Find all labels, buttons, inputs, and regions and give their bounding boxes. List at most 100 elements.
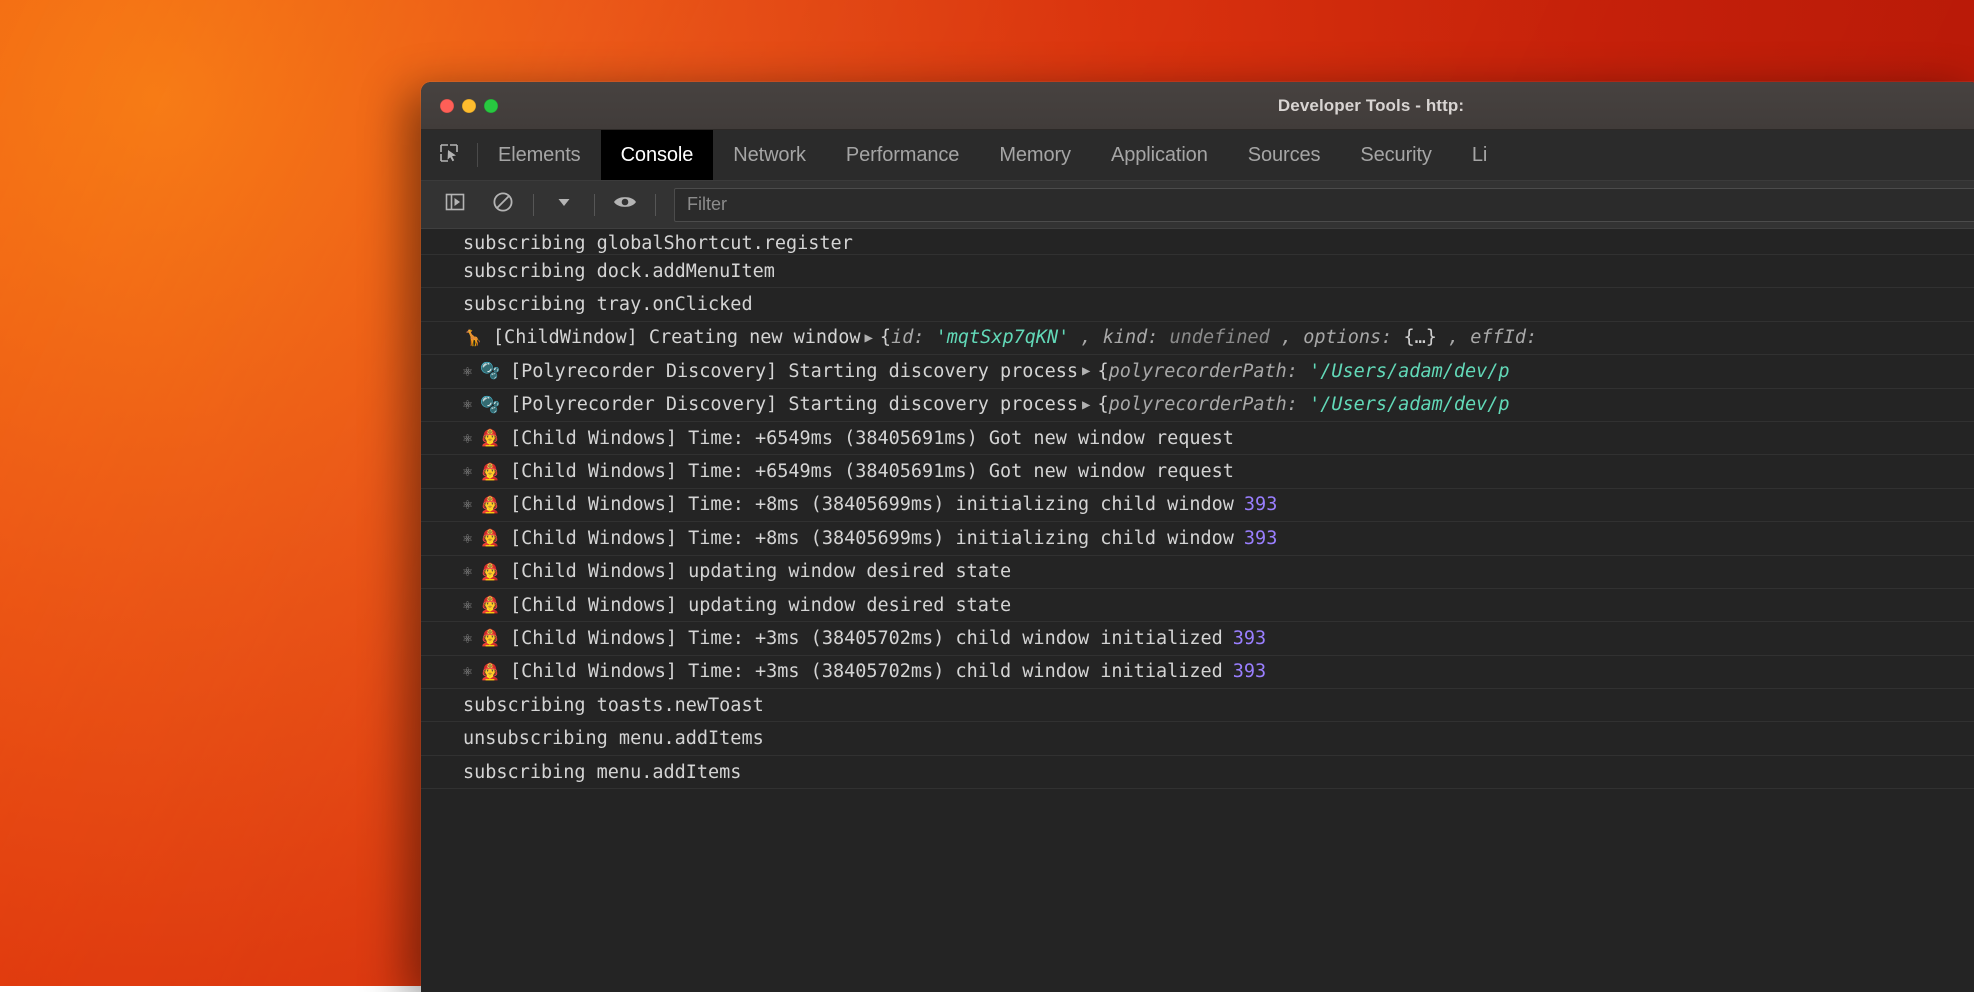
log-number-value: 393 [1233, 628, 1266, 649]
object-brace: {…} [1403, 327, 1436, 348]
filter-input[interactable] [674, 188, 1974, 222]
object-undef: undefined [1170, 327, 1270, 348]
log-number-value: 393 [1244, 494, 1277, 515]
console-sidebar-toggle-button[interactable] [431, 181, 479, 228]
log-object-preview[interactable]: {id: 'mqtSxp7qKN' , kind: undefined , op… [880, 327, 1537, 348]
log-source-badges: ⚛ 🧑‍🚒 [463, 530, 500, 546]
log-source-badges: ⚛🫧 [463, 397, 500, 413]
inspect-element-button[interactable] [421, 130, 477, 180]
log-emoji-icon: 🧑‍🚒 [480, 664, 500, 680]
expand-object-arrow-icon[interactable]: ▶ [1082, 363, 1090, 379]
react-atom-icon: ⚛ [463, 464, 472, 479]
console-log-row[interactable]: ⚛🧑‍🚒[Child Windows] Time: +8ms (38405699… [421, 522, 1974, 555]
console-log-row[interactable]: 🦒 [ChildWindow] Creating new window▶ {id: … [421, 322, 1974, 355]
console-log-row[interactable]: ⚛ 🧑‍🚒 [Child Windows] Time: +8ms (38405699… [421, 489, 1974, 522]
react-atom-icon: ⚛ [463, 631, 472, 646]
log-emoji-icon: 🧑‍🚒 [480, 464, 500, 480]
object-open-brace: { [880, 327, 891, 348]
tab-sources[interactable]: Sources [1228, 130, 1341, 180]
log-source-badges: ⚛ 🧑‍🚒 [463, 664, 500, 680]
console-log-row[interactable]: unsubscribing menu.addItems [421, 722, 1974, 755]
log-number-value: 393 [1233, 661, 1266, 682]
console-log-row[interactable]: ⚛🫧[Polyrecorder Discovery] Starting disc… [421, 389, 1974, 422]
object-key: , kind: [1069, 327, 1169, 348]
log-source-badges: ⚛🫧 [463, 363, 500, 379]
console-log-row[interactable]: subscribing tray.onClicked [421, 288, 1974, 321]
tab-li[interactable]: Li [1452, 130, 1507, 180]
object-key: polyrecorderPath: [1109, 361, 1309, 382]
console-log-row[interactable]: ⚛🫧[Polyrecorder Discovery] Starting disc… [421, 355, 1974, 388]
tab-application[interactable]: Application [1091, 130, 1228, 180]
log-emoji-icon: 🧑‍🚒 [480, 530, 500, 546]
tab-performance[interactable]: Performance [826, 130, 979, 180]
log-message-text: [Child Windows] Time: +3ms (38405702ms) … [510, 661, 1223, 682]
object-open-brace: { [1097, 394, 1108, 415]
object-key: id: [891, 327, 936, 348]
log-emoji-icon: 🧑‍🚒 [480, 430, 500, 446]
object-str: '/Users/adam/dev/p [1309, 394, 1509, 415]
expand-object-arrow-icon[interactable]: ▶ [1082, 397, 1090, 413]
log-emoji-icon: 🧑‍🚒 [480, 497, 500, 513]
tab-network[interactable]: Network [713, 130, 826, 180]
expand-object-arrow-icon[interactable]: ▶ [864, 330, 872, 346]
react-atom-icon: ⚛ [463, 664, 472, 679]
log-message-text: [Child Windows] Time: +8ms (38405699ms) … [510, 494, 1234, 515]
react-atom-icon: ⚛ [463, 564, 472, 579]
react-atom-icon: ⚛ [463, 397, 472, 412]
tab-label: Network [733, 144, 806, 167]
log-message-text: [ChildWindow] Creating new window [493, 327, 861, 348]
log-emoji-icon: 🫧 [480, 363, 500, 379]
log-number-value: 393 [1244, 528, 1277, 549]
eye-icon [612, 191, 638, 218]
toolbar-divider-3 [655, 194, 656, 216]
window-titlebar: Developer Tools - http: [421, 82, 1974, 130]
devtools-tabstrip: Elements Console Network Performance Memory A… [421, 130, 1974, 181]
console-log-row[interactable]: ⚛🧑‍🚒[Child Windows] updating window desi… [421, 589, 1974, 622]
tab-elements[interactable]: Elements [478, 130, 601, 180]
log-emoji-icon: 🧑‍🚒 [480, 630, 500, 646]
tab-security[interactable]: Security [1340, 130, 1451, 180]
clear-console-button[interactable] [479, 181, 527, 228]
console-log-row[interactable]: subscribing toasts.newToast [421, 689, 1974, 722]
log-emoji-icon: 🧑‍🚒 [480, 597, 500, 613]
console-log-row[interactable]: subscribing menu.addItems [421, 756, 1974, 789]
log-message-text: subscribing toasts.newToast [463, 695, 764, 716]
tab-label: Li [1472, 144, 1487, 167]
window-title: Developer Tools - http: [421, 96, 1974, 116]
inspect-element-icon [438, 142, 460, 169]
object-open-brace: { [1097, 361, 1108, 382]
object-key: polyrecorderPath: [1109, 394, 1309, 415]
console-toolbar [421, 181, 1974, 229]
toolbar-divider-2 [594, 194, 595, 216]
tab-console[interactable]: Console [601, 130, 714, 180]
log-message-text: subscribing tray.onClicked [463, 294, 753, 315]
console-log-row[interactable]: subscribing dock.addMenuItem [421, 255, 1974, 288]
object-str: 'mqtSxp7qKN' [936, 327, 1070, 348]
log-emoji-icon: 🧑‍🚒 [480, 564, 500, 580]
log-object-preview[interactable]: {polyrecorderPath: '/Users/adam/dev/p [1097, 361, 1509, 382]
console-log-row[interactable]: ⚛🧑‍🚒[Child Windows] Time: +6549ms (38405… [421, 422, 1974, 455]
log-source-badges: ⚛ 🧑‍🚒 [463, 630, 500, 646]
tab-memory[interactable]: Memory [979, 130, 1091, 180]
log-message-text: subscribing dock.addMenuItem [463, 261, 775, 282]
console-log-row[interactable]: ⚛🧑‍🚒[Child Windows] Time: +3ms (38405702… [421, 622, 1974, 655]
log-source-badges: 🦒 [463, 330, 483, 346]
console-log-row[interactable]: ⚛🧑‍🚒[Child Windows] updating window desi… [421, 556, 1974, 589]
console-log-row[interactable]: ⚛🧑‍🚒[Child Windows] Time: +6549ms (38405… [421, 455, 1974, 488]
chevron-down-icon [555, 193, 573, 216]
react-atom-icon: ⚛ [463, 497, 472, 512]
console-log-row[interactable]: subscribing globalShortcut.register [421, 229, 1974, 255]
console-context-selector[interactable] [540, 181, 588, 228]
console-log-area[interactable]: subscribing globalShortcut.register subsc… [421, 229, 1974, 992]
react-atom-icon: ⚛ [463, 531, 472, 546]
tab-label: Performance [846, 144, 959, 167]
console-sidebar-icon [444, 191, 466, 218]
tab-label: Memory [999, 144, 1071, 167]
console-log-row[interactable]: ⚛ 🧑‍🚒 [Child Windows] Time: +3ms (38405702… [421, 656, 1974, 689]
object-str: '/Users/adam/dev/p [1309, 361, 1509, 382]
log-object-preview[interactable]: {polyrecorderPath: '/Users/adam/dev/p [1097, 394, 1509, 415]
tab-label: Elements [498, 144, 581, 167]
log-emoji-icon: 🫧 [480, 397, 500, 413]
live-expression-button[interactable] [601, 181, 649, 228]
react-atom-icon: ⚛ [463, 431, 472, 446]
